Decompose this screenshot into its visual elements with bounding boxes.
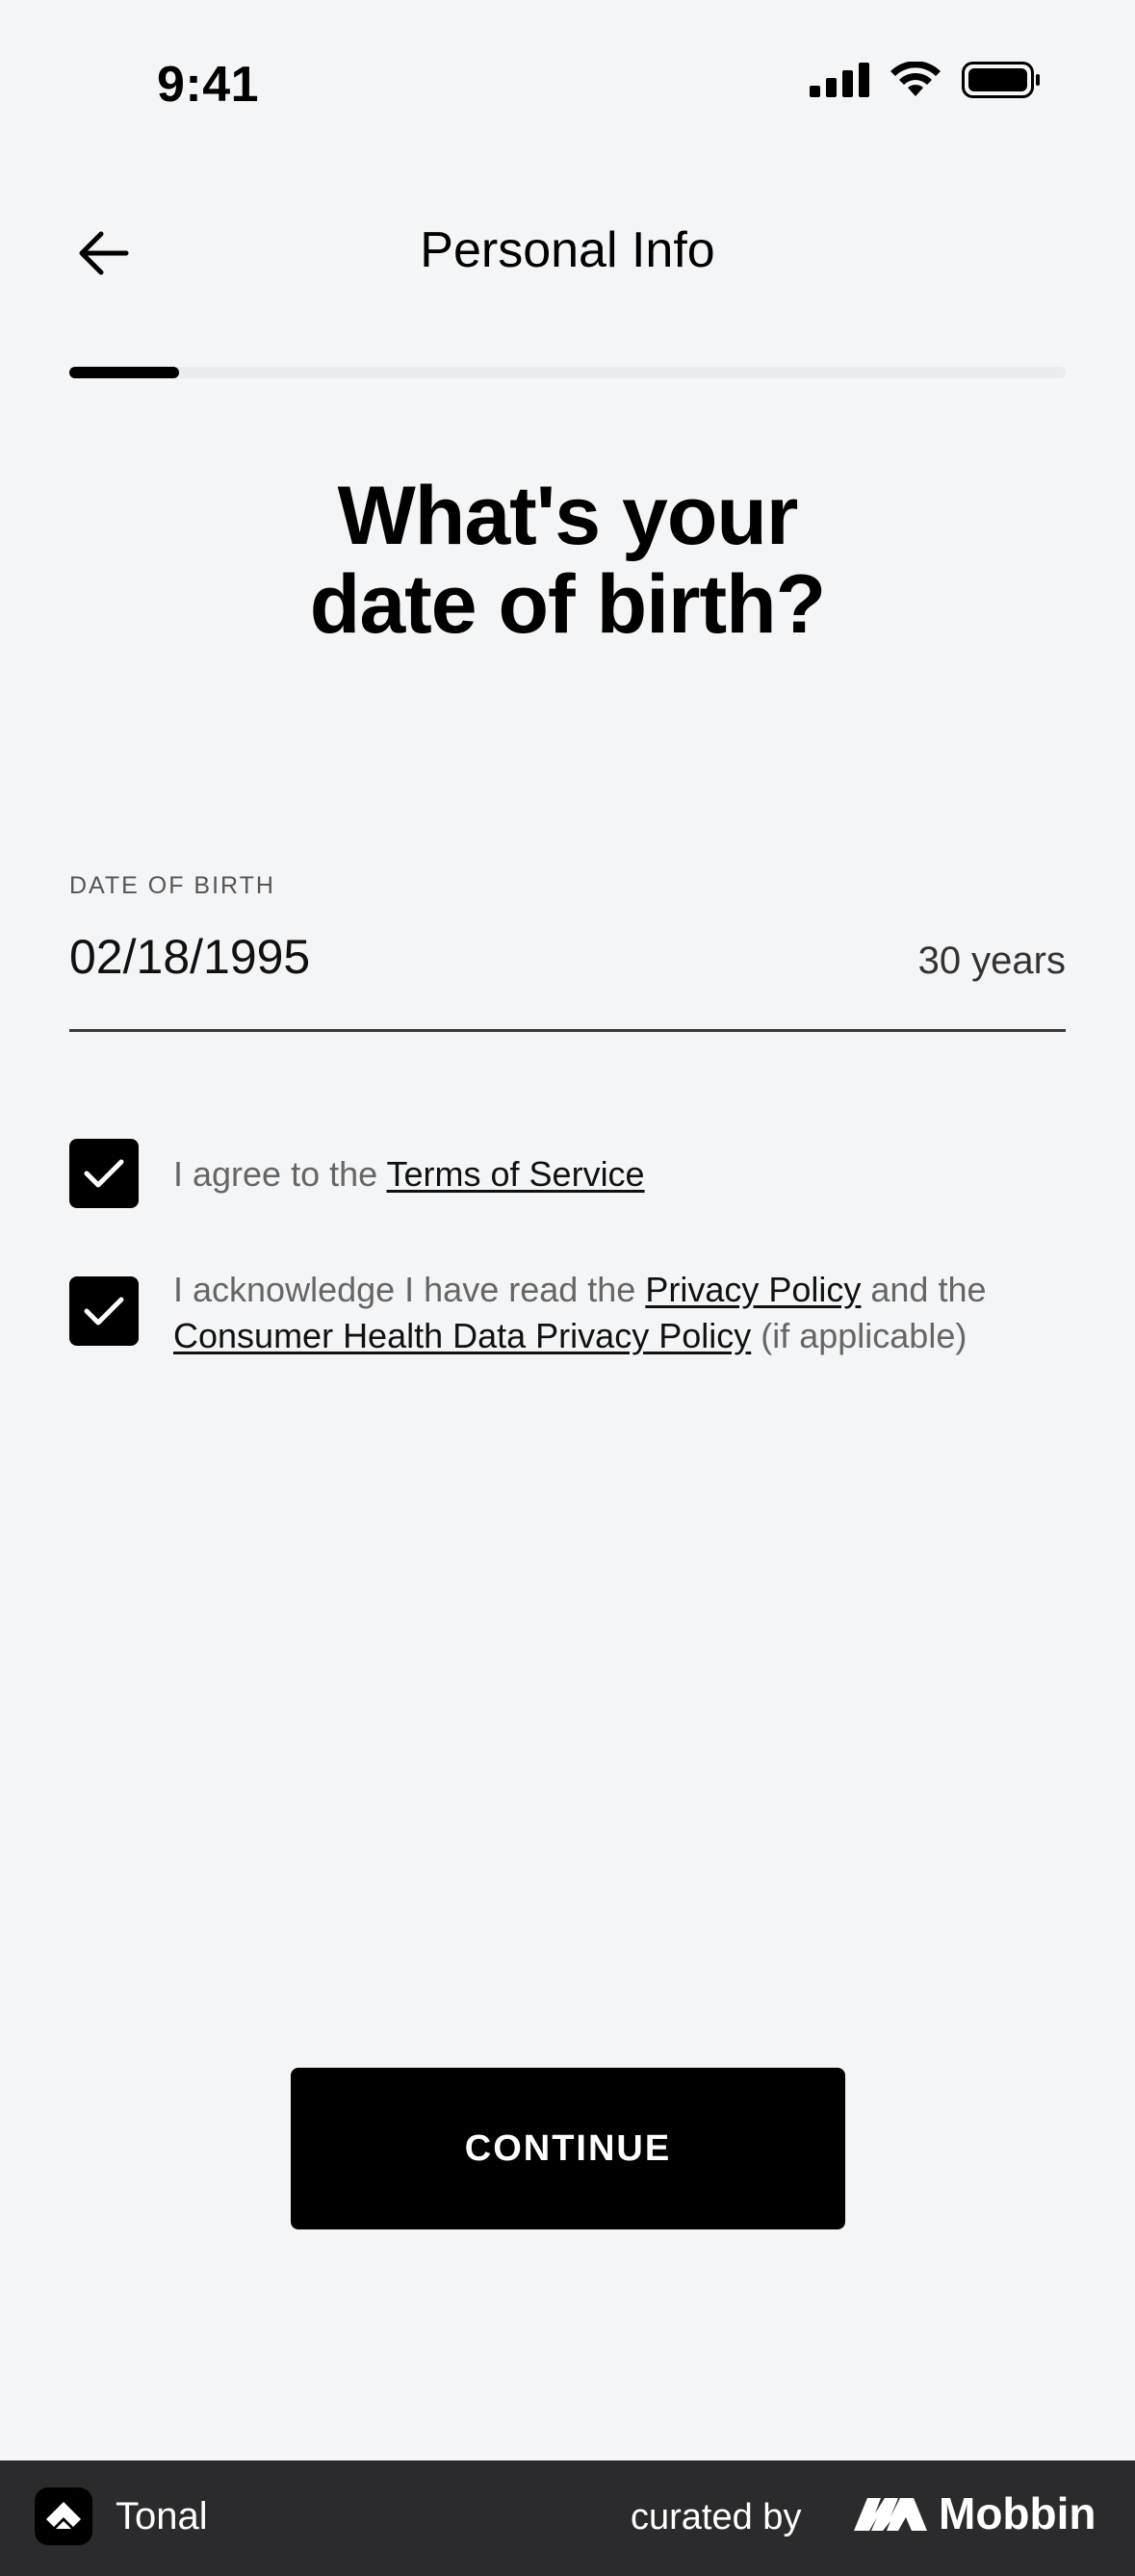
privacy-consent-text: I acknowledge I have read the Privacy Po… bbox=[173, 1267, 1066, 1359]
status-time: 9:41 bbox=[157, 57, 260, 113]
progress-fill bbox=[69, 367, 179, 378]
status-icons bbox=[810, 62, 1041, 98]
privacy-checkbox[interactable] bbox=[69, 1276, 139, 1346]
cellular-signal-icon bbox=[810, 63, 869, 97]
heading-line-2: date of birth? bbox=[309, 558, 826, 651]
progress-bar bbox=[69, 367, 1066, 378]
checkmark-icon bbox=[84, 1297, 124, 1326]
footer-bar: Tonal curated by Mobbin bbox=[0, 2460, 1135, 2576]
page-title: Personal Info bbox=[420, 222, 715, 278]
wifi-icon bbox=[890, 62, 941, 96]
privacy-policy-link[interactable]: Privacy Policy bbox=[645, 1270, 861, 1309]
heading-line-1: What's your bbox=[337, 470, 799, 562]
continue-button[interactable]: CONTINUE bbox=[291, 2068, 845, 2229]
privacy-suffix: (if applicable) bbox=[751, 1316, 967, 1355]
consumer-health-privacy-link[interactable]: Consumer Health Data Privacy Policy bbox=[173, 1316, 751, 1355]
terms-of-service-link[interactable]: Terms of Service bbox=[387, 1154, 645, 1194]
dob-input[interactable] bbox=[69, 929, 820, 985]
dob-field-underline bbox=[69, 1029, 1066, 1032]
tonal-app-icon bbox=[35, 2487, 92, 2545]
footer-app-name: Tonal bbox=[116, 2495, 208, 2537]
footer-brand-name: Mobbin bbox=[939, 2488, 1096, 2538]
battery-icon bbox=[962, 62, 1040, 98]
mobbin-logo-icon bbox=[854, 2498, 927, 2531]
question-heading: What's your date of birth? bbox=[0, 472, 1135, 649]
privacy-middle: and the bbox=[861, 1270, 987, 1309]
terms-prefix: I agree to the bbox=[173, 1154, 387, 1194]
checkmark-icon bbox=[84, 1159, 124, 1188]
personal-info-screen: 9:41 Personal Info What's your date of b… bbox=[0, 0, 1135, 2576]
terms-checkbox[interactable] bbox=[69, 1139, 139, 1208]
footer-curated-by: curated by bbox=[631, 2497, 802, 2537]
dob-field-label: DATE OF BIRTH bbox=[69, 872, 275, 899]
tonal-logo-icon bbox=[46, 2502, 81, 2529]
privacy-prefix: I acknowledge I have read the bbox=[173, 1270, 646, 1309]
footer-brand: Mobbin bbox=[852, 2487, 1096, 2539]
terms-consent-text: I agree to the Terms of Service bbox=[173, 1151, 1066, 1198]
age-readout: 30 years bbox=[917, 940, 1066, 982]
